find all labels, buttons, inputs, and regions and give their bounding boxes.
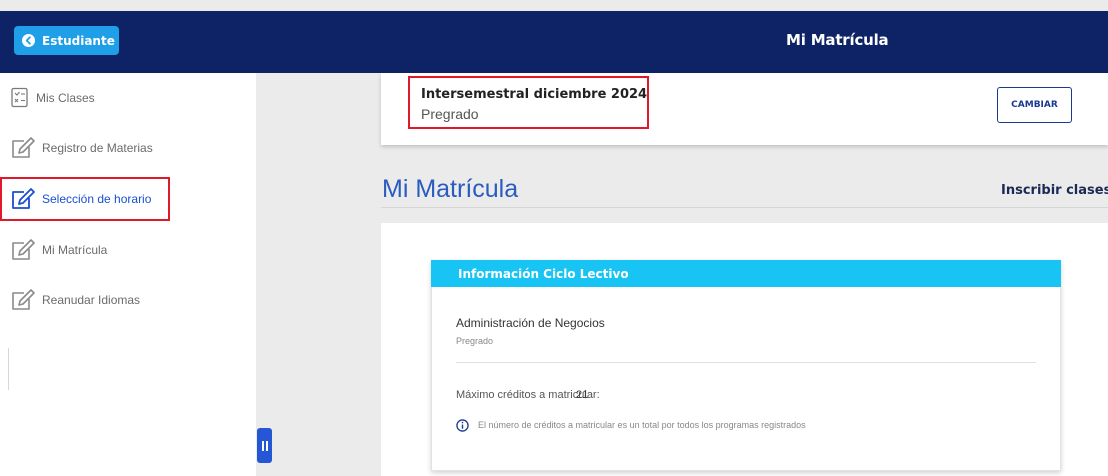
sidebar-item-mis-clases[interactable]: Mis Clases <box>0 76 95 120</box>
sidebar-item-label: Selección de horario <box>42 192 152 206</box>
sidebar-item-label: Registro de Materias <box>42 141 153 155</box>
pause-icon <box>261 440 264 451</box>
sidebar-toggle-button[interactable] <box>257 428 272 463</box>
edit-icon <box>12 289 35 310</box>
sidebar-divider <box>8 348 9 390</box>
change-period-button[interactable]: CAMBIAR <box>997 87 1072 123</box>
sidebar-item-reanudar-idiomas[interactable]: Reanudar Idiomas <box>0 278 140 322</box>
program-level: Pregrado <box>456 336 494 346</box>
credits-note: El número de créditos a matricular es un… <box>478 420 806 430</box>
sidebar-item-label: Mi Matrícula <box>42 243 108 257</box>
sidebar-item-label: Mis Clases <box>36 91 95 105</box>
edit-icon <box>12 137 35 158</box>
section-heading: Mi Matrícula <box>382 175 519 203</box>
sidebar-item-seleccion-horario[interactable]: Selección de horario <box>0 177 170 221</box>
info-card-header: Información Ciclo Lectivo <box>431 260 1061 287</box>
heading-divider <box>381 207 1108 208</box>
sidebar-item-label: Reanudar Idiomas <box>42 293 141 307</box>
sidebar-item-registro-materias[interactable]: Registro de Materias <box>0 126 153 170</box>
back-arrow-icon <box>22 34 35 47</box>
info-icon <box>456 419 469 432</box>
enroll-classes-link[interactable]: Inscribir clases <box>1001 183 1108 198</box>
program-name: Administración de Negocios <box>456 316 605 330</box>
page-title: Mi Matrícula <box>786 31 889 49</box>
student-back-button[interactable]: Estudiante <box>14 26 119 55</box>
credits-value: 21 <box>576 389 589 401</box>
student-button-label: Estudiante <box>42 33 115 48</box>
edit-icon <box>12 239 35 260</box>
card-divider <box>456 362 1036 363</box>
sidebar: Mis Clases Registro de Materias Selecció… <box>0 73 256 476</box>
top-bar: Estudiante Mi Matrícula <box>0 11 1108 73</box>
checklist-icon <box>11 87 28 108</box>
period-level: Pregrado <box>421 106 479 122</box>
sidebar-item-mi-matricula[interactable]: Mi Matrícula <box>0 228 107 272</box>
period-name: Intersemestral diciembre 2024 <box>421 87 648 102</box>
info-card <box>431 260 1061 471</box>
edit-icon <box>12 188 35 209</box>
